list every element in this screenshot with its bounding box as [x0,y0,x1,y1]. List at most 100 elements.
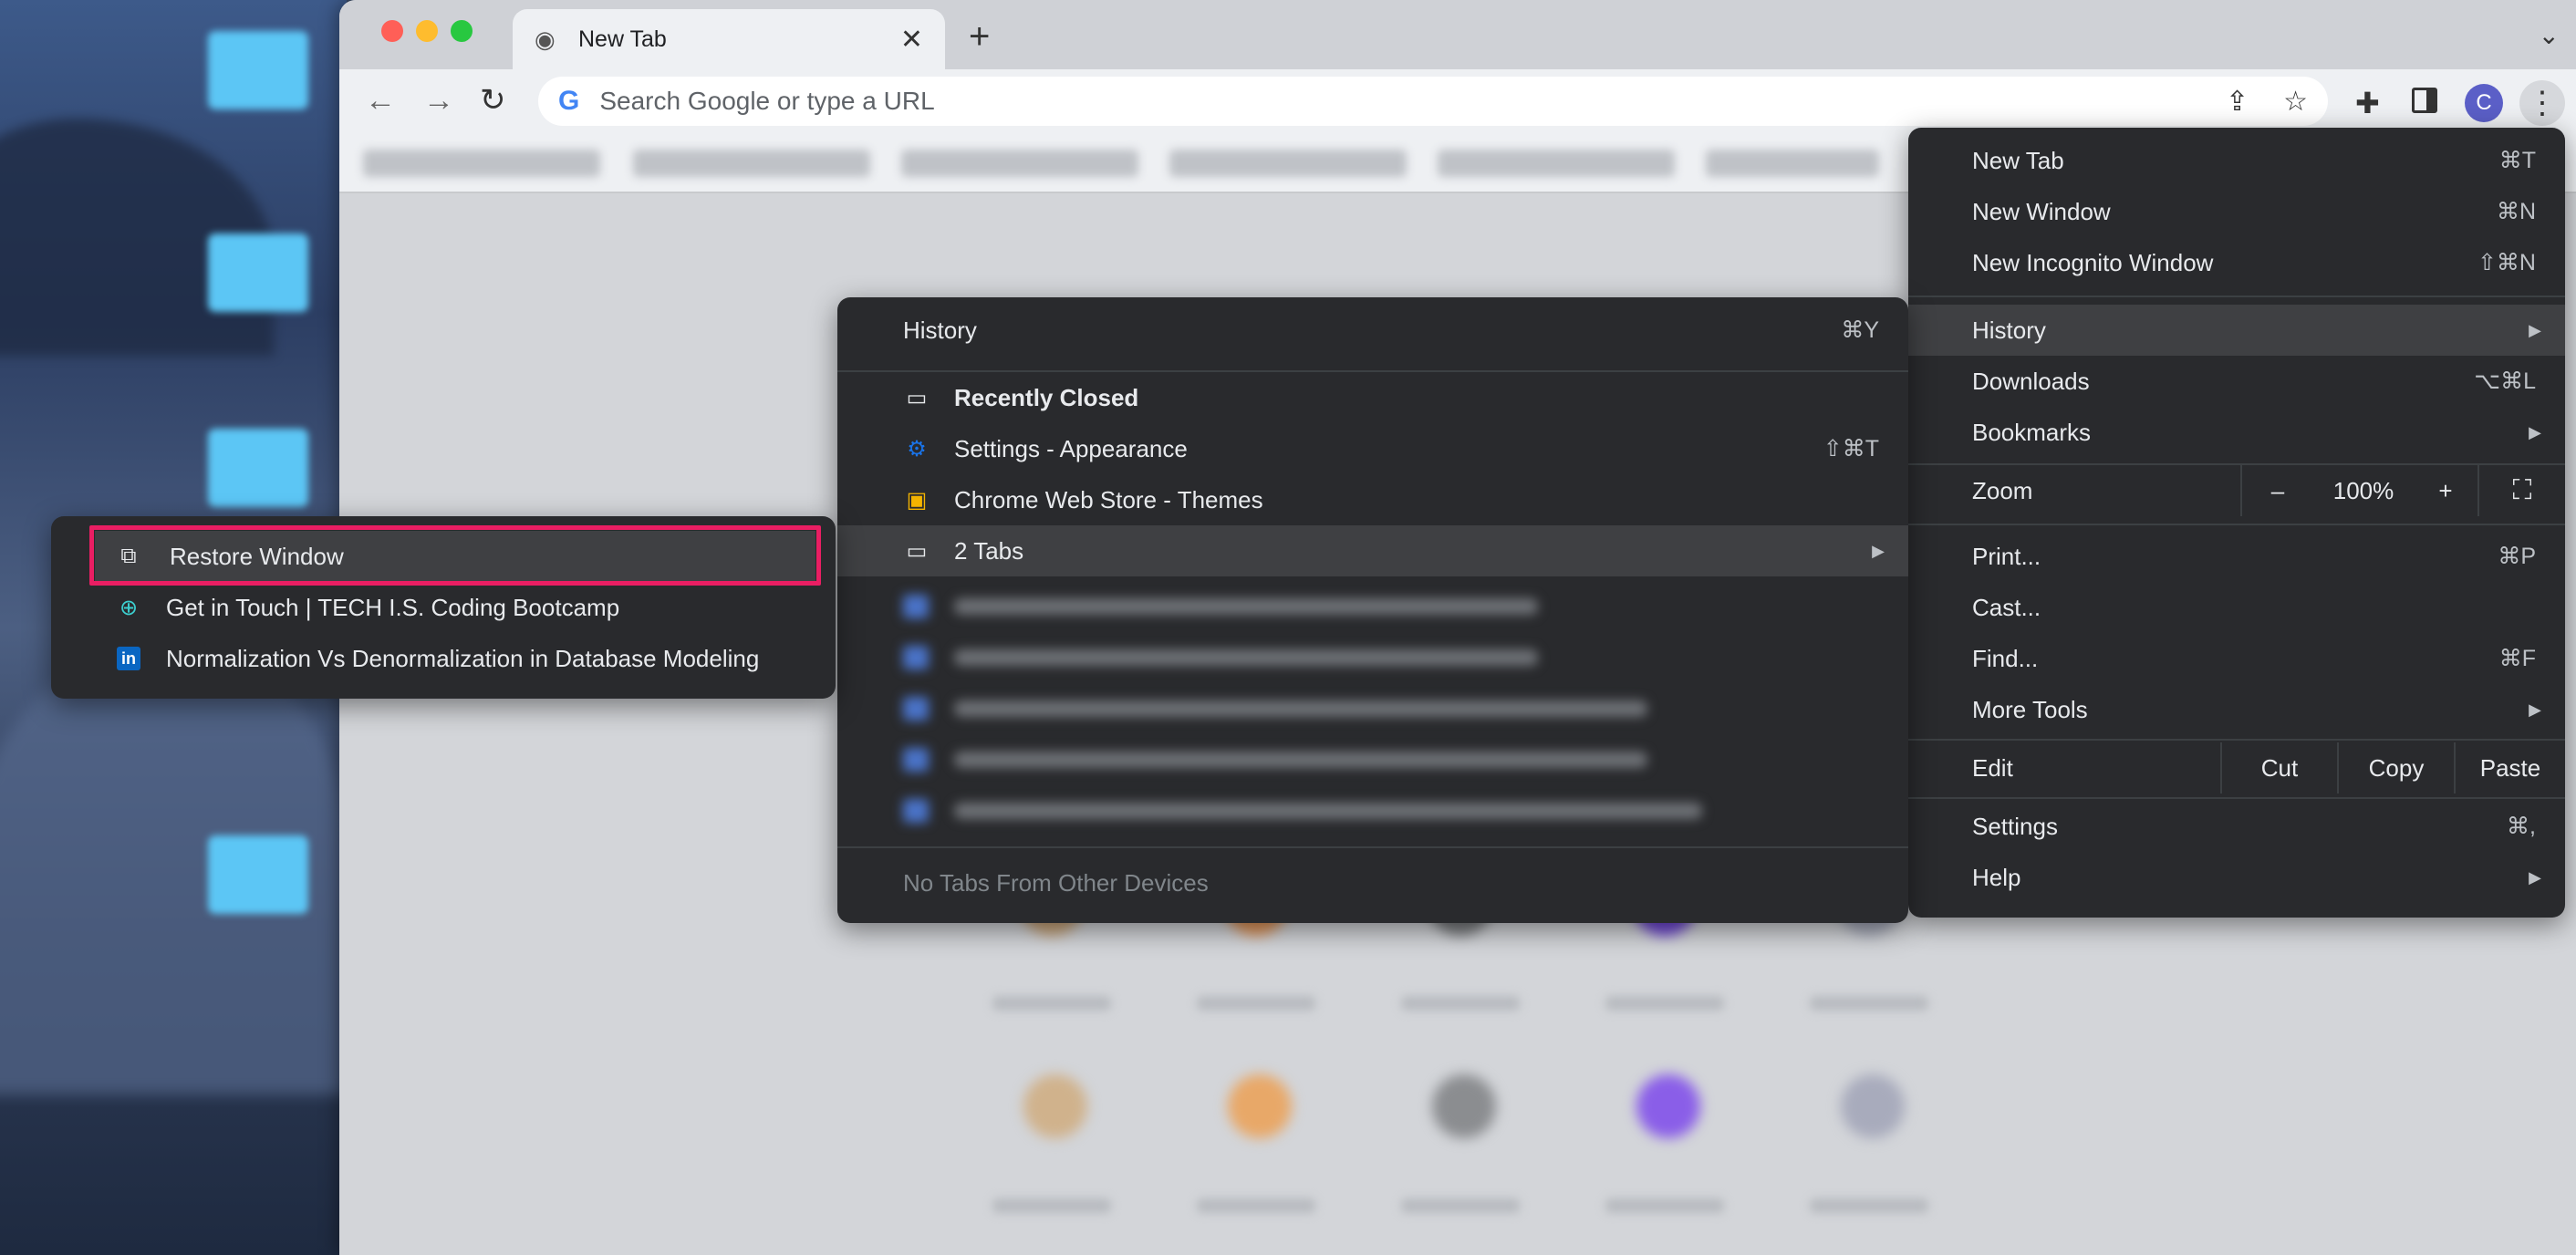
desktop-folder-icon[interactable] [208,429,308,507]
menu-item-new-window[interactable]: New Window ⌘N [1908,186,2565,237]
desktop-folder-icon[interactable] [208,233,308,312]
tab-new-tab[interactable]: ◉ New Tab ✕ [513,9,945,69]
menu-item-bookmarks[interactable]: Bookmarks ▶ [1908,407,2565,458]
bookmark-item[interactable] [1438,150,1675,177]
menu-item-label: New Window [1972,197,2111,225]
shortcut-tile[interactable] [1023,1074,1087,1138]
star-icon[interactable]: ☆ [2283,86,2308,118]
kebab-menu-icon[interactable]: ⋮ [2519,80,2565,126]
favicon-icon [903,595,929,618]
bookmark-item[interactable] [1706,150,1879,177]
shortcut-label: ⌥⌘L [2474,368,2536,394]
menu-item-new-incognito-window[interactable]: New Incognito Window ⇧⌘N [1908,237,2565,288]
window-icon: ▭ [906,385,928,410]
menu-item-label: Bookmarks [1972,418,2092,446]
menu-item-2-tabs[interactable]: ▭ 2 Tabs ▶ [837,525,1908,576]
chrome-main-menu: New Tab ⌘T New Window ⌘N New Incognito W… [1908,128,2565,918]
favicon-icon [903,748,929,772]
shortcut-tile[interactable] [1841,1074,1905,1138]
menu-item-linkedin-article[interactable]: in Normalization Vs Denormalization in D… [51,633,836,684]
blurred-history-item[interactable] [903,746,1660,773]
menu-item-no-tabs-other-devices: No Tabs From Other Devices [837,857,1908,908]
zoom-in-button[interactable]: + [2414,465,2477,516]
paste-button[interactable]: Paste [2454,742,2565,793]
menu-item-label: Chrome Web Store - Themes [954,485,1263,513]
menu-item-zoom: Zoom – 100% + ⛶ [1908,465,2565,516]
menu-item-label: New Incognito Window [1972,248,2214,276]
menu-item-history[interactable]: History ▶ [1908,305,2565,356]
forward-arrow-icon[interactable]: → [423,84,454,117]
shortcut-label: ⇧⌘T [1823,436,1879,462]
chevron-down-icon[interactable]: ⌄ [2539,20,2560,50]
bookmark-item[interactable] [1169,150,1407,177]
minimize-window-button[interactable] [416,20,438,42]
menu-item-settings[interactable]: Settings ⌘, [1908,801,2565,852]
desktop-folder-icon[interactable] [208,31,308,109]
shortcut-label [1810,1198,1928,1213]
shortcut-label: ⌘Y [1841,317,1879,343]
desktop-folder-icon[interactable] [208,835,308,914]
blurred-history-item[interactable] [903,644,1560,671]
toolbar: ← → ↻ G Search Google or type a URL ⇪ ☆ … [339,69,2576,133]
globe-icon: ⊕ [119,595,139,620]
menu-item-label: No Tabs From Other Devices [903,868,1209,897]
zoom-out-button[interactable]: – [2240,465,2313,516]
copy-button[interactable]: Copy [2337,742,2454,793]
menu-item-downloads[interactable]: Downloads ⌥⌘L [1908,356,2565,407]
menu-item-label: New Tab [1972,146,2064,174]
tab-strip: ◉ New Tab ✕ + ⌄ [339,0,2576,69]
shortcut-tile[interactable] [1432,1074,1496,1138]
menu-item-label: More Tools [1972,695,2088,723]
web-store-icon: ▣ [906,487,928,513]
bookmark-item[interactable] [363,150,600,177]
highlight-box [89,525,821,586]
menu-item-label: Settings - Appearance [954,434,1188,462]
menu-item-label: Find... [1972,644,2039,672]
close-window-button[interactable] [381,20,403,42]
menu-item-web-store[interactable]: ▣ Chrome Web Store - Themes [837,474,1908,525]
shortcut-tile[interactable] [1228,1074,1292,1138]
blurred-history-item[interactable] [903,593,1560,620]
menu-item-settings-appearance[interactable]: ⚙ Settings - Appearance ⇧⌘T [837,423,1908,474]
extensions-icon[interactable]: ✚ [2355,86,2380,120]
blurred-text [954,649,1538,666]
reload-icon[interactable]: ↻ [480,84,506,117]
menu-item-cast[interactable]: Cast... [1908,582,2565,633]
side-panel-icon[interactable] [2412,88,2437,113]
avatar[interactable]: C [2465,84,2503,122]
menu-item-label: Print... [1972,542,2041,570]
menu-divider [837,846,1908,848]
new-tab-button[interactable]: + [969,18,990,55]
cut-button[interactable]: Cut [2220,742,2337,793]
shortcut-label: ⌘F [2498,646,2536,671]
menu-item-recently-closed: ▭ Recently Closed [837,372,1908,423]
menu-divider [1908,739,2565,741]
menu-item-more-tools[interactable]: More Tools ▶ [1908,684,2565,735]
menu-item-new-tab[interactable]: New Tab ⌘T [1908,135,2565,186]
bookmark-item[interactable] [633,150,870,177]
menu-item-label: Get in Touch | TECH I.S. Coding Bootcamp [166,593,620,621]
menu-item-help[interactable]: Help ▶ [1908,852,2565,903]
menu-item-history-page[interactable]: History ⌘Y [837,305,1908,356]
zoom-level: 100% [2332,476,2394,504]
address-bar[interactable]: G Search Google or type a URL ⇪ ☆ [538,77,2328,126]
fullscreen-button[interactable]: ⛶ [2477,465,2565,516]
linkedin-icon: in [117,647,140,670]
menu-item-find[interactable]: Find... ⌘F [1908,633,2565,684]
blurred-history-item[interactable] [903,695,1660,722]
blurred-text [954,598,1538,615]
shortcut-tile[interactable] [1636,1074,1700,1138]
bookmark-item[interactable] [901,150,1138,177]
menu-divider [1908,797,2565,799]
share-icon[interactable]: ⇪ [2226,86,2249,118]
maximize-window-button[interactable] [451,20,473,42]
close-icon[interactable]: ✕ [900,24,923,56]
menu-item-tech-is[interactable]: ⊕ Get in Touch | TECH I.S. Coding Bootca… [51,582,836,633]
blurred-text [954,803,1702,819]
blurred-history-item[interactable] [903,797,1724,825]
menu-item-print[interactable]: Print... ⌘P [1908,531,2565,582]
menu-item-label: Cast... [1972,593,2041,621]
submenu-arrow-icon: ▶ [2529,320,2541,339]
fullscreen-icon: ⛶ [2512,475,2532,505]
back-arrow-icon[interactable]: ← [365,84,396,117]
